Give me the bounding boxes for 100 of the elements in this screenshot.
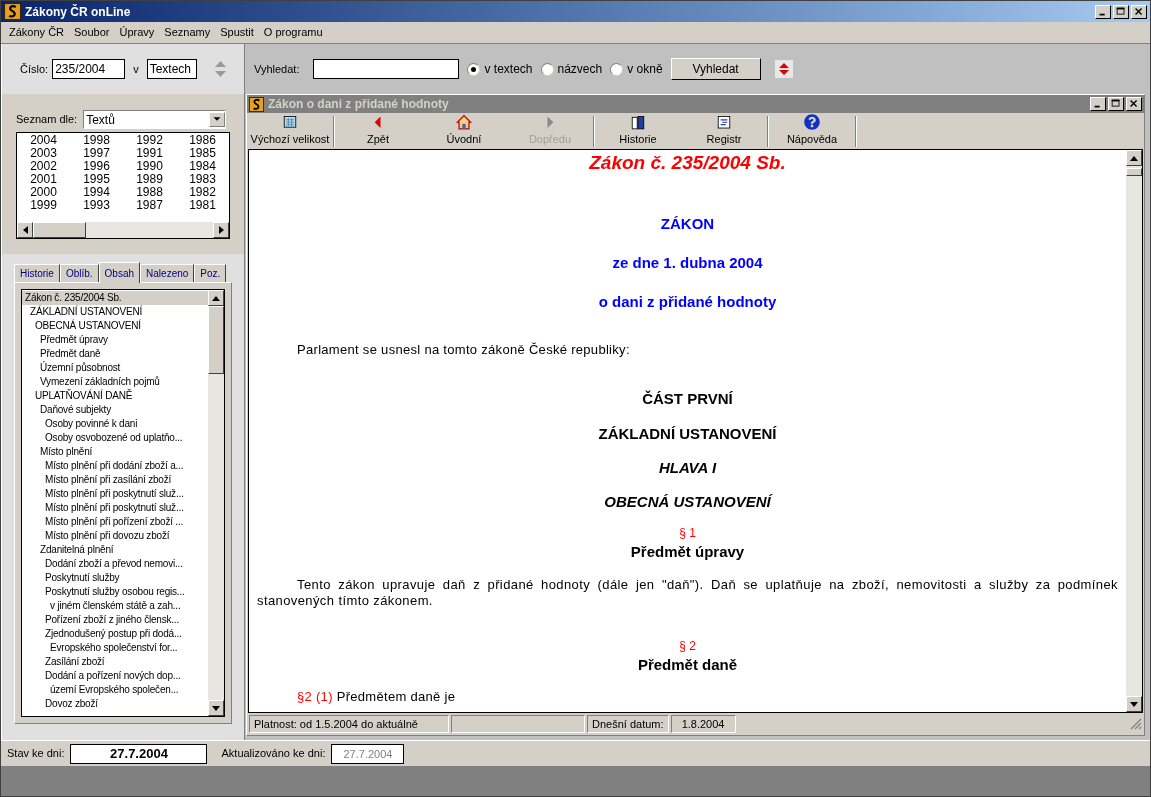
toolbar-button[interactable]: Výchozí velikost	[247, 114, 333, 149]
year-item[interactable]: 2001	[30, 173, 57, 186]
down-arrow-icon[interactable]	[1130, 701, 1138, 707]
tree-item[interactable]: Dovoz zboží	[22, 697, 208, 711]
tree-item[interactable]: Místo plnění při zasílání zboží	[22, 473, 208, 487]
year-item[interactable]: 1994	[83, 186, 110, 199]
tree-item[interactable]: ZÁKLADNÍ USTANOVENÍ	[22, 305, 208, 319]
toolbar-button[interactable]: Nápověda	[769, 114, 855, 149]
scrollbar-thumb[interactable]	[1126, 168, 1142, 176]
tab[interactable]: Obsah	[98, 262, 141, 283]
tree-item[interactable]: Místo plnění při pořízení zboží ...	[22, 515, 208, 529]
scrollbar-thumb[interactable]	[208, 306, 224, 374]
year-item[interactable]: 1995	[83, 173, 110, 186]
menu-item[interactable]: Úpravy	[114, 24, 160, 41]
scrollbar[interactable]	[1126, 150, 1142, 712]
year-item[interactable]: 2003	[30, 147, 57, 160]
tree-item[interactable]: Dodání a pořízení nových dop...	[22, 669, 208, 683]
tree-item[interactable]: Osoby povinné k dani	[22, 417, 208, 431]
year-item[interactable]: 1992	[136, 134, 163, 147]
toolbar-button[interactable]: Zpět	[335, 114, 421, 149]
up-arrow-icon[interactable]	[212, 295, 220, 301]
up-down-arrows-icon[interactable]	[774, 60, 793, 78]
section-number: § 1	[678, 526, 697, 541]
toolbar-button[interactable]: Historie	[595, 114, 681, 149]
menu-item[interactable]: Soubor	[69, 24, 115, 41]
tree-item[interactable]: Zdanitelná plnění	[22, 543, 208, 557]
year-item[interactable]: 1983	[189, 173, 216, 186]
year-item[interactable]: 1991	[136, 147, 163, 160]
up-arrow-icon[interactable]	[1130, 155, 1138, 161]
logo-icon	[249, 96, 264, 112]
year-item[interactable]: 1990	[136, 160, 163, 173]
tree-item[interactable]: Zasílání zboží	[22, 655, 208, 669]
year-item[interactable]: 1981	[189, 199, 216, 212]
year-item[interactable]: 1985	[189, 147, 216, 160]
tree-item[interactable]: Předmět daně	[22, 347, 208, 361]
year-item[interactable]: 1993	[83, 199, 110, 212]
tree-item[interactable]: území Evropského společen...	[22, 683, 208, 697]
menu-item[interactable]: O programu	[258, 24, 328, 41]
tree-item[interactable]: Dodání zboží a převod nemovi...	[22, 557, 208, 571]
right-arrow-icon[interactable]	[218, 226, 224, 234]
search-button[interactable]: Vyhledat	[670, 58, 761, 80]
maximize-icon[interactable]	[1113, 4, 1129, 19]
tree-item[interactable]: Předmět úpravy	[22, 333, 208, 347]
year-item[interactable]: 1986	[189, 134, 216, 147]
tab[interactable]: Oblíb.	[59, 264, 99, 282]
scrollbar[interactable]	[208, 290, 224, 716]
tree-item[interactable]: OBECNÁ USTANOVENÍ	[22, 319, 208, 333]
toolbar-button[interactable]: Úvodní	[421, 114, 507, 149]
tree-item[interactable]: Poskytnutí služby	[22, 571, 208, 585]
close-icon[interactable]	[1126, 97, 1142, 111]
list-by-dropdown[interactable]: Textů	[83, 110, 227, 129]
year-item[interactable]: 1999	[30, 199, 57, 212]
search-field[interactable]	[313, 59, 460, 79]
year-item[interactable]: 1998	[83, 134, 110, 147]
year-item[interactable]: 2004	[30, 134, 57, 147]
tab[interactable]: Nalezeno	[140, 264, 195, 282]
year-item[interactable]: 1996	[83, 160, 110, 173]
tree-item[interactable]: Poskytnutí služby osobou regis...	[22, 585, 208, 599]
tree-item[interactable]: Evropského společenství for...	[22, 641, 208, 655]
menu-item[interactable]: Zákony ČR	[1, 24, 70, 41]
tree-item[interactable]: Pořízení zboží z jiného člensk...	[22, 613, 208, 627]
tab[interactable]: Poz.	[194, 264, 227, 282]
year-item[interactable]: 2002	[30, 160, 57, 173]
scrollbar[interactable]	[17, 222, 229, 238]
year-item[interactable]: 1997	[83, 147, 110, 160]
toolbar-button[interactable]: Registr	[681, 114, 767, 149]
minimize-icon[interactable]	[1095, 4, 1111, 19]
year-item[interactable]: 1984	[189, 160, 216, 173]
tree-item[interactable]: Místo plnění	[22, 445, 208, 459]
tree-item[interactable]: UPLATŇOVÁNÍ DANĚ	[22, 389, 208, 403]
close-icon[interactable]	[1131, 4, 1147, 19]
tree-item[interactable]: Místo plnění při dovozu zboží	[22, 529, 208, 543]
down-arrow-icon[interactable]	[212, 705, 220, 711]
tree-item[interactable]: Daňové subjekty	[22, 403, 208, 417]
scope-field[interactable]: Textech	[146, 59, 197, 79]
radio-option[interactable]: v textech	[467, 60, 533, 78]
year-item[interactable]: 1988	[136, 186, 163, 199]
tree-item[interactable]: Místo plnění při poskytnutí služ...	[22, 501, 208, 515]
year-item[interactable]: 1982	[189, 186, 216, 199]
tree-item[interactable]: Zjednodušený postup při dodá...	[22, 627, 208, 641]
tab[interactable]: Historie	[14, 264, 60, 282]
menu-item[interactable]: Spustit	[215, 24, 259, 41]
tree-item[interactable]: Místo plnění při dodání zboží a...	[22, 459, 208, 473]
tree-item[interactable]: v jiném členském státě a zah...	[22, 599, 208, 613]
menu-item[interactable]: Seznamy	[159, 24, 216, 41]
left-arrow-icon[interactable]	[22, 226, 28, 234]
radio-option[interactable]: v okně	[610, 60, 663, 78]
tree-item[interactable]: Územní působnost	[22, 361, 208, 375]
tree-item[interactable]: Vymezení základních pojmů	[22, 375, 208, 389]
year-item[interactable]: 2000	[30, 186, 57, 199]
home-icon	[454, 114, 474, 131]
tree-item[interactable]: Místo plnění při poskytnutí služ...	[22, 487, 208, 501]
number-field[interactable]: 235/2004	[52, 59, 126, 79]
radio-option[interactable]: názvech	[540, 60, 603, 78]
tree-item[interactable]: Osoby osvobozené od uplatňo...	[22, 431, 208, 445]
year-item[interactable]: 1987	[136, 199, 163, 212]
tree-item[interactable]: Zákon č. 235/2004 Sb.	[22, 291, 208, 305]
minimize-icon[interactable]	[1090, 97, 1106, 111]
maximize-icon[interactable]	[1108, 97, 1124, 111]
year-item[interactable]: 1989	[136, 173, 163, 186]
